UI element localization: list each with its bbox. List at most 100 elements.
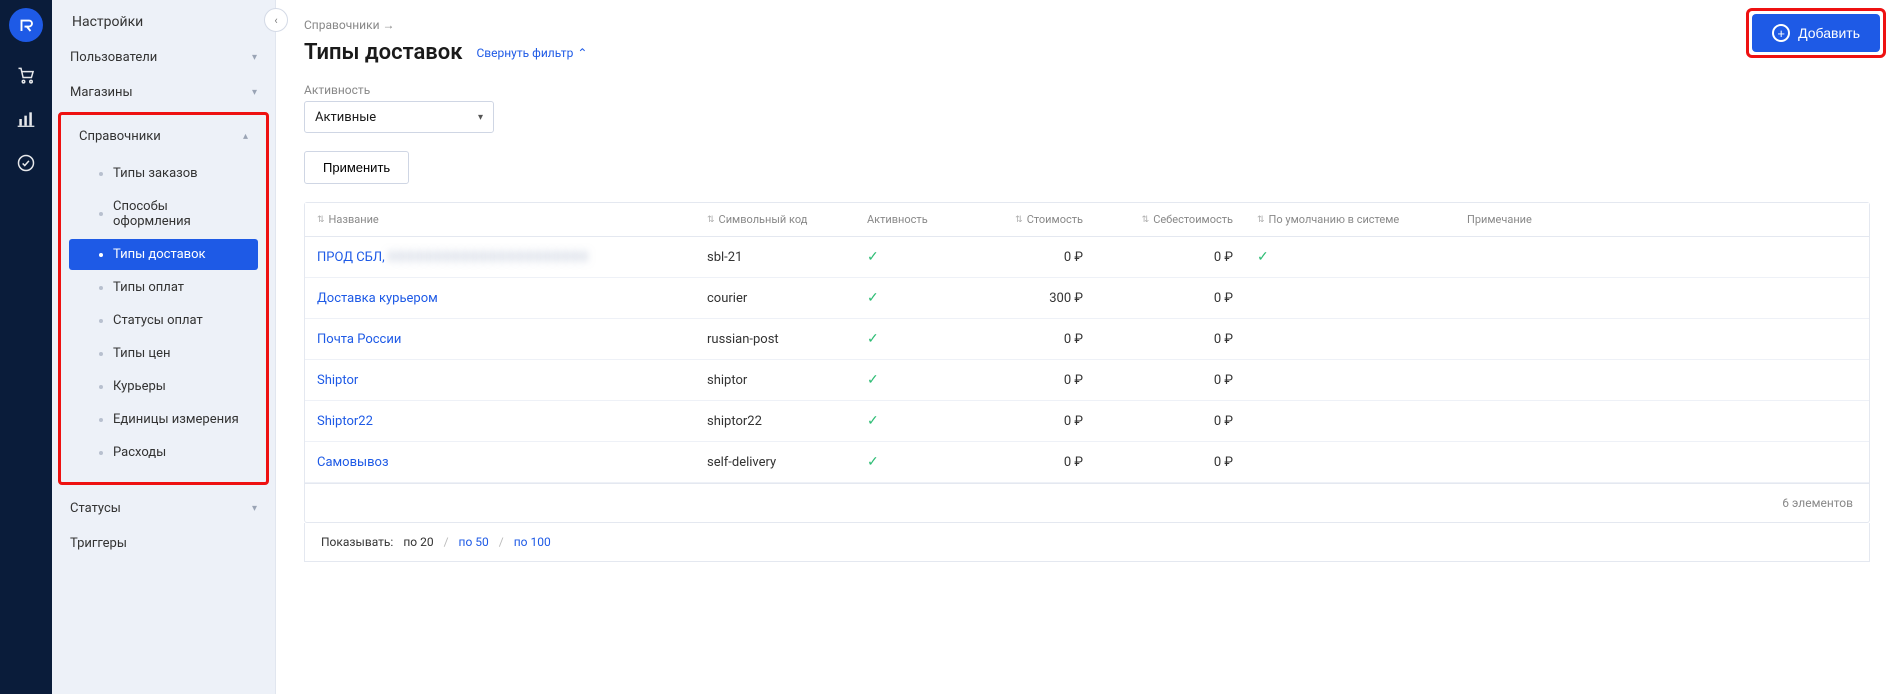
col-self-cost[interactable]: Себестоимость <box>1095 203 1245 236</box>
sub-item-order-types[interactable]: Типы заказов <box>69 158 258 189</box>
col-cost[interactable]: Стоимость <box>965 203 1095 236</box>
table-footer-count: 6 элементов <box>305 483 1869 522</box>
sidebar-item-stores[interactable]: Магазины ▾ <box>52 75 275 110</box>
sub-item-label: Единицы измерения <box>113 412 239 427</box>
icon-rail <box>0 0 52 694</box>
cell-cost: 300 ₽ <box>965 279 1095 318</box>
pager-50[interactable]: по 50 <box>459 535 489 549</box>
cell-code: russian-post <box>695 320 855 359</box>
sidebar-item-triggers[interactable]: Триггеры <box>52 526 275 561</box>
pager-100[interactable]: по 100 <box>514 535 551 549</box>
sub-item-expenses[interactable]: Расходы <box>69 437 258 468</box>
sub-item-couriers[interactable]: Курьеры <box>69 371 258 402</box>
cell-active: ✓ <box>855 360 965 400</box>
table-row: ПРОД СБЛ, XXXXXXXXXXXXXXXXXXXXXX sbl-21 … <box>305 237 1869 278</box>
cell-default: ✓ <box>1245 237 1455 277</box>
check-circle-icon[interactable] <box>15 152 37 174</box>
sub-item-delivery-types[interactable]: Типы доставок <box>69 239 258 270</box>
cell-name[interactable]: Почта России <box>305 320 695 359</box>
chevron-up-icon: ▴ <box>243 131 248 142</box>
cell-name[interactable]: Самовывоз <box>305 443 695 482</box>
select-value: Активные <box>315 110 376 125</box>
analytics-icon[interactable] <box>15 108 37 130</box>
sub-item-label: Расходы <box>113 445 166 460</box>
activity-select[interactable]: Активные ▾ <box>304 101 494 133</box>
sub-item-price-types[interactable]: Типы цен <box>69 338 258 369</box>
cell-self-cost: 0 ₽ <box>1095 361 1245 400</box>
bullet-icon <box>99 385 103 389</box>
cell-code: self-delivery <box>695 443 855 482</box>
col-name[interactable]: Название <box>305 203 695 236</box>
sub-item-label: Типы доставок <box>113 247 206 262</box>
col-code[interactable]: Символьный код <box>695 203 855 236</box>
cell-name[interactable]: Доставка курьером <box>305 279 695 318</box>
cell-self-cost: 0 ₽ <box>1095 443 1245 482</box>
col-default[interactable]: По умолчанию в системе <box>1245 203 1455 236</box>
cell-cost: 0 ₽ <box>965 238 1095 277</box>
cell-note <box>1455 327 1869 351</box>
sub-item-order-methods[interactable]: Способы оформления <box>69 191 258 237</box>
add-button[interactable]: + Добавить <box>1752 14 1880 52</box>
cell-note <box>1455 286 1869 310</box>
pager-20[interactable]: по 20 <box>403 535 433 549</box>
check-icon: ✓ <box>867 331 879 347</box>
table-header: Название Символьный код Активность Стоим… <box>305 203 1869 237</box>
cell-default <box>1245 327 1455 351</box>
collapse-filter-toggle[interactable]: Свернуть фильтр ⌃ <box>476 46 587 60</box>
sidebar-item-references[interactable]: Справочники ▴ <box>61 119 266 154</box>
check-icon: ✓ <box>867 413 879 429</box>
main-content: Справочники → Типы доставок Свернуть фил… <box>276 0 1898 694</box>
sidebar-item-statuses[interactable]: Статусы ▾ <box>52 491 275 526</box>
page-title: Типы доставок <box>304 40 462 65</box>
sub-item-label: Типы заказов <box>113 166 198 181</box>
delivery-types-table: Название Символьный код Активность Стоим… <box>304 202 1870 523</box>
sub-item-units[interactable]: Единицы измерения <box>69 404 258 435</box>
check-icon: ✓ <box>867 454 879 470</box>
redacted-text: XXXXXXXXXXXXXXXXXXXXXX <box>388 250 589 265</box>
col-note: Примечание <box>1455 203 1869 236</box>
caret-down-icon: ▾ <box>478 112 483 123</box>
cell-code: shiptor <box>695 361 855 400</box>
cell-self-cost: 0 ₽ <box>1095 402 1245 441</box>
cell-self-cost: 0 ₽ <box>1095 279 1245 318</box>
cell-code: shiptor22 <box>695 402 855 441</box>
cell-note <box>1455 409 1869 433</box>
cell-default <box>1245 450 1455 474</box>
check-icon: ✓ <box>867 249 879 265</box>
bullet-icon <box>99 253 103 257</box>
breadcrumb[interactable]: Справочники → <box>304 18 1870 32</box>
cell-cost: 0 ₽ <box>965 320 1095 359</box>
cell-default <box>1245 368 1455 392</box>
sub-item-payment-statuses[interactable]: Статусы оплат <box>69 305 258 336</box>
cell-code: sbl-21 <box>695 238 855 277</box>
sidebar-item-label: Справочники <box>79 129 161 144</box>
bullet-icon <box>99 212 103 216</box>
cell-note <box>1455 450 1869 474</box>
cart-icon[interactable] <box>15 64 37 86</box>
sidebar-item-users[interactable]: Пользователи ▾ <box>52 40 275 75</box>
cell-name[interactable]: ПРОД СБЛ, XXXXXXXXXXXXXXXXXXXXXX <box>305 238 695 277</box>
table-row: Shiptor shiptor ✓ 0 ₽ 0 ₽ <box>305 360 1869 401</box>
check-icon: ✓ <box>867 290 879 306</box>
pager: Показывать: по 20 / по 50 / по 100 <box>304 523 1870 562</box>
app-logo[interactable] <box>9 8 43 42</box>
sub-item-label: Способы оформления <box>113 199 246 229</box>
apply-button[interactable]: Применить <box>304 151 409 184</box>
cell-active: ✓ <box>855 442 965 482</box>
table-row: Shiptor22 shiptor22 ✓ 0 ₽ 0 ₽ <box>305 401 1869 442</box>
sidebar-item-label: Магазины <box>70 85 133 100</box>
cell-cost: 0 ₽ <box>965 361 1095 400</box>
sidebar-submenu: Типы заказов Способы оформления Типы дос… <box>61 154 266 476</box>
sidebar-title: Настройки <box>52 0 275 40</box>
cell-cost: 0 ₽ <box>965 402 1095 441</box>
cell-active: ✓ <box>855 319 965 359</box>
annotation-highlight: + Добавить <box>1746 8 1886 58</box>
settings-sidebar: Настройки Пользователи ▾ Магазины ▾ Спра… <box>52 0 276 694</box>
cell-active: ✓ <box>855 237 965 277</box>
sub-item-label: Статусы оплат <box>113 313 203 328</box>
sub-item-payment-types[interactable]: Типы оплат <box>69 272 258 303</box>
cell-name[interactable]: Shiptor <box>305 361 695 400</box>
chevron-down-icon: ▾ <box>252 503 257 514</box>
cell-code: courier <box>695 279 855 318</box>
cell-name[interactable]: Shiptor22 <box>305 402 695 441</box>
